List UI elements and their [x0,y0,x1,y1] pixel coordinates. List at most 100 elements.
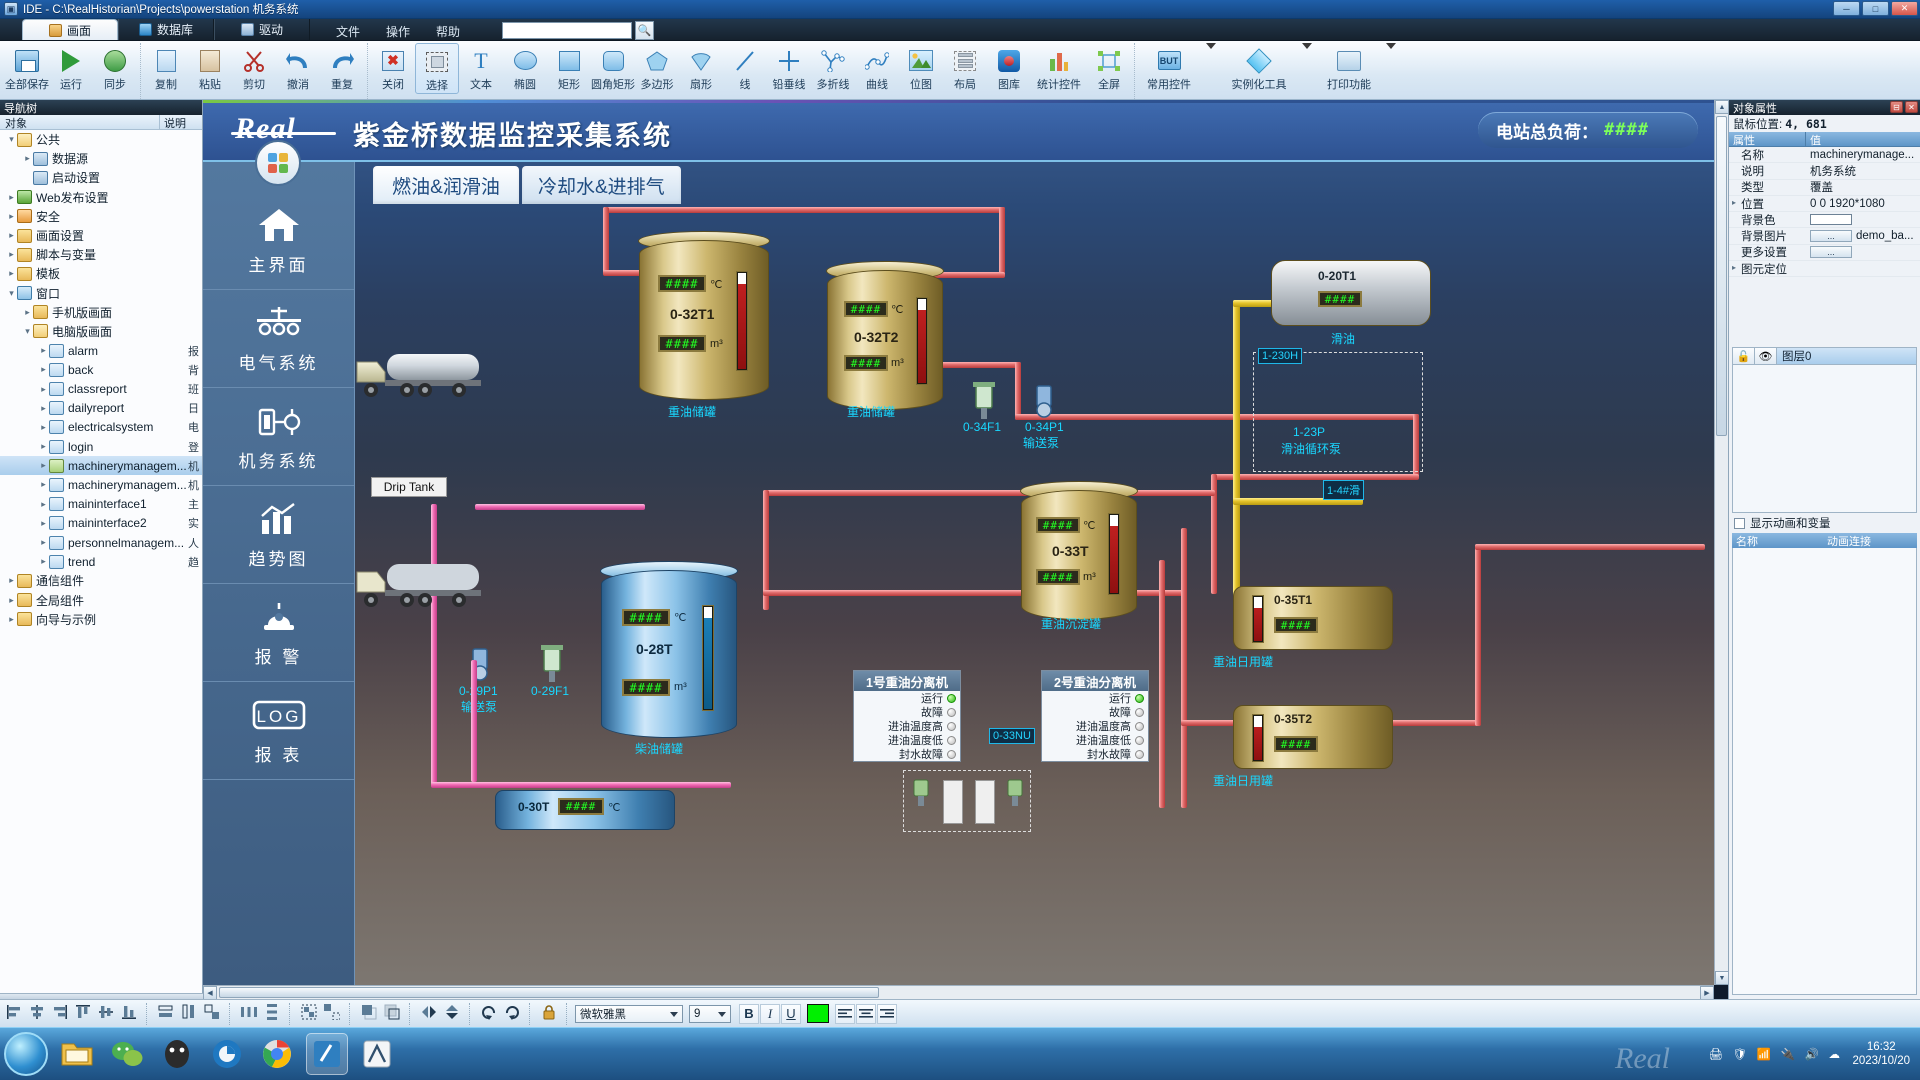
search-input[interactable] [502,22,633,39]
layout-tool-button[interactable]: 布局 [943,43,987,92]
tree-twisty[interactable]: ▸ [6,192,17,203]
ellipsis-button[interactable]: ... [1810,246,1852,259]
property-row[interactable]: ▸ 位置 0 0 1920*1080 [1729,196,1920,213]
instantiate-tool-dropdown[interactable] [1296,43,1318,49]
line-tool-button[interactable]: 线 [723,43,767,92]
canvas-area[interactable]: Real 紫金桥数据监控采集系统 电站总负荷： #### 主界面 电气系统 机务… [203,100,1728,999]
printer-icon[interactable]: 🖨 [1708,1047,1723,1062]
tree-twisty[interactable]: ▸ [38,479,49,490]
align-center-h-button[interactable] [26,1003,48,1025]
gallery-button[interactable]: 图库 [987,43,1031,92]
tank-0-33T[interactable]: #### ℃ 0-33T #### m³ [1020,481,1138,620]
panel-pin-icon[interactable]: ⊟ [1890,101,1903,113]
app-icon[interactable] [356,1033,398,1075]
vscroll-thumb[interactable] [1716,116,1727,436]
tree-item-personnelmanagem[interactable]: ▸ personnelmanagem... 人 [0,533,202,552]
tree-item-maininterface2[interactable]: ▸ maininterface2 实 [0,514,202,533]
space-h-button[interactable] [238,1003,260,1025]
tree-item-[interactable]: ▾ 公共 [0,130,202,149]
flip-h-button[interactable] [418,1003,440,1025]
tree-item-[interactable]: ▸ 脚本与变量 [0,245,202,264]
tree-item-[interactable]: ▸ 通信组件 [0,571,202,590]
space-v-button[interactable] [261,1003,283,1025]
tree-twisty[interactable]: ▸ [38,364,49,375]
plumb-line-tool-button[interactable]: 铅垂线 [767,43,811,92]
sidebar-item-main[interactable]: 主界面 [203,192,354,290]
animation-list[interactable] [1732,548,1917,995]
eye-icon[interactable]: 👁 [1755,348,1777,365]
tree-twisty[interactable]: ▾ [22,326,33,337]
tree-twisty[interactable]: ▸ [6,230,17,241]
firefox-icon[interactable] [206,1033,248,1075]
rotate-left-button[interactable] [478,1003,500,1025]
rectangle-tool-button[interactable]: 矩形 [547,43,591,92]
tab-qudong[interactable]: 驱动 [214,19,310,40]
tree-item-[interactable]: ▾ 窗口 [0,284,202,303]
property-row[interactable]: 背景色 [1729,212,1920,229]
search-icon[interactable]: 🔍 [635,21,655,40]
align-left-button[interactable] [835,1003,855,1024]
layer-name[interactable]: 图层0 [1777,348,1916,365]
unlock-icon[interactable]: 🔓 [1733,348,1755,365]
layer-list[interactable] [1732,365,1917,514]
tank-0-32T1[interactable]: #### ℃ 0-32T1 #### m³ [638,231,770,400]
tree-item-[interactable]: ▸ 向导与示例 [0,610,202,629]
sidebar-item-trend[interactable]: 趋势图 [203,486,354,584]
sidebar-item-report[interactable]: LOG 报 表 [203,682,354,780]
rounded-rectangle-tool-button[interactable]: 圆角矩形 [591,43,635,92]
scroll-right-arrow[interactable]: ▶ [1700,986,1714,999]
align-right-button[interactable] [49,1003,71,1025]
tank-0-32T2[interactable]: #### ℃ 0-32T2 #### m³ [826,261,944,410]
instantiate-tool-button[interactable]: 实例化工具 [1222,43,1296,92]
property-value[interactable]: ... demo_ba... [1806,230,1920,243]
panel-buttons[interactable]: ⊟ ✕ [1890,101,1918,113]
tree-item-maininterface1[interactable]: ▸ maininterface1 主 [0,495,202,514]
group-button[interactable] [298,1003,320,1025]
property-grid[interactable]: 名称 machinerymanage... 说明 机务系统 类型 覆盖 ▸ 位置 0 0 192… [1729,147,1920,278]
align-middle-v-button[interactable] [95,1003,117,1025]
cloud-icon[interactable]: ☁ [1828,1047,1843,1062]
tree-item-alarm[interactable]: ▸ alarm 报 [0,341,202,360]
curve-tool-button[interactable]: 曲线 [855,43,899,92]
tree-twisty[interactable]: ▸ [6,595,17,606]
ungroup-button[interactable] [321,1003,343,1025]
tree-item-[interactable]: ▾ 电脑版画面 [0,322,202,341]
print-button[interactable]: 打印功能 [1318,43,1380,92]
tree-item-electricalsystem[interactable]: ▸ electricalsystem 电 [0,418,202,437]
lock-button[interactable] [538,1003,560,1025]
select-tool-button[interactable]: 选择 [415,43,459,94]
tank-0-20T1[interactable]: 0-20T1 #### [1271,260,1431,326]
tree-twisty[interactable]: ▸ [38,422,49,433]
chrome-icon[interactable] [256,1033,298,1075]
close-window-button[interactable]: ✖ 关闭 [371,43,415,92]
same-height-button[interactable] [178,1003,200,1025]
tree-twisty[interactable]: ▸ [38,518,49,529]
property-value[interactable]: machinerymanage... [1806,149,1920,161]
tree-twisty[interactable]: ▸ [38,403,49,414]
tank-0-35T1[interactable]: 0-35T1 #### [1233,586,1393,650]
bold-button[interactable]: B [739,1003,759,1024]
property-value[interactable]: 0 0 1920*1080 [1806,198,1920,210]
tree-item-[interactable]: ▸ 手机版画面 [0,303,202,322]
tree-twisty[interactable]: ▸ [38,441,49,452]
tree-item-back[interactable]: ▸ back 背 [0,360,202,379]
print-dropdown[interactable] [1380,43,1402,49]
align-bottom-button[interactable] [118,1003,140,1025]
pump-0-34P1[interactable] [1031,382,1057,423]
same-width-button[interactable] [155,1003,177,1025]
tree-twisty[interactable]: ▸ [22,307,33,318]
menu-operate[interactable]: 操作 [386,23,410,40]
fullscreen-button[interactable]: 全屏 [1087,43,1131,92]
shield-icon[interactable]: 🛡 [1732,1047,1747,1062]
filter-0-34F1[interactable] [971,382,997,423]
menu-file[interactable]: 文件 [336,23,360,40]
property-twisty[interactable]: ▸ [1732,263,1736,272]
ellipsis-button[interactable]: ... [1810,230,1852,243]
tree-item-web[interactable]: ▸ Web发布设置 [0,188,202,207]
cut-button[interactable]: 剪切 [232,43,276,92]
send-back-button[interactable] [381,1003,403,1025]
tree-twisty[interactable]: ▸ [6,211,17,222]
canvas-vscrollbar[interactable]: ▲ ▼ [1714,100,1728,985]
tree-item-[interactable]: ▸ 全局组件 [0,591,202,610]
explorer-icon[interactable] [56,1033,98,1075]
